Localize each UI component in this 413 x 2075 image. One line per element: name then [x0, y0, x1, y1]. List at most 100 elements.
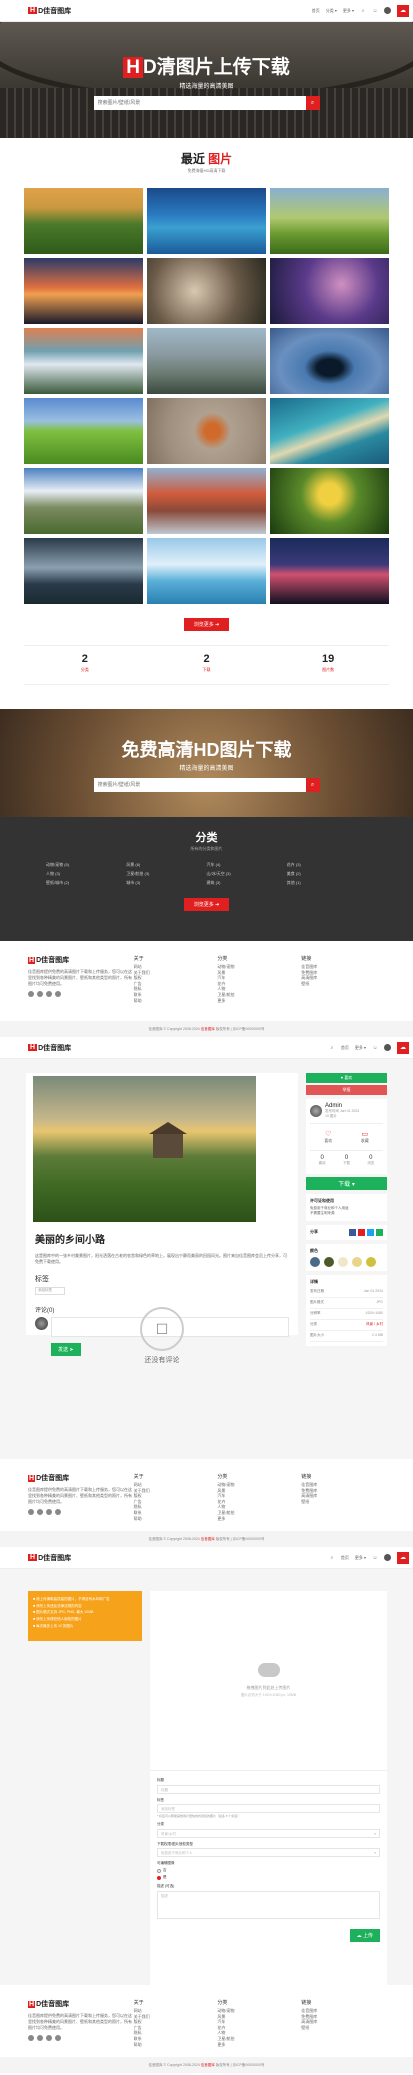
avatar[interactable]: [384, 7, 391, 14]
tag-input[interactable]: 添加标签: [35, 1286, 65, 1295]
tile-iceberg[interactable]: [147, 538, 266, 604]
search-button[interactable]: ⌕: [305, 778, 320, 792]
title-input[interactable]: 标题: [157, 1784, 380, 1794]
weibo-icon[interactable]: [28, 2035, 34, 2041]
nav-home[interactable]: 首页: [341, 1555, 349, 1561]
user-icon[interactable]: ☺: [372, 1045, 378, 1051]
tags-input[interactable]: 添加标签: [157, 1804, 380, 1813]
tile-macro-mushroom[interactable]: [270, 468, 389, 534]
avatar[interactable]: [310, 1105, 322, 1117]
facebook-icon[interactable]: [349, 1228, 356, 1236]
category-select[interactable]: 风景/乡村 ▾: [157, 1828, 380, 1838]
tile-lake-fog[interactable]: [24, 538, 143, 604]
categories-more-button[interactable]: 浏览更多 ➔: [183, 898, 230, 911]
weibo-icon[interactable]: [28, 991, 34, 997]
avatar[interactable]: [384, 1044, 391, 1051]
footer-link[interactable]: 更多: [217, 1516, 301, 1522]
like-button[interactable]: ♥ 喜欢: [306, 1073, 387, 1083]
tile-field[interactable]: [24, 398, 143, 464]
user-icon[interactable]: ☺: [372, 8, 378, 14]
search-icon[interactable]: ⌕: [329, 1045, 335, 1051]
nav-more[interactable]: 更多 ▾: [355, 1555, 366, 1561]
qq-icon[interactable]: [37, 1509, 43, 1515]
nav-home[interactable]: 首页: [312, 8, 320, 14]
tile-tree-night[interactable]: [270, 258, 389, 324]
collect-action[interactable]: ▭ 收藏: [361, 1130, 369, 1144]
category-link[interactable]: 建筑 (3): [207, 880, 287, 886]
weibo-icon[interactable]: [358, 1228, 365, 1236]
category-link[interactable]: 壁纸/城市 (2): [46, 880, 126, 886]
wechat-icon[interactable]: [46, 1509, 52, 1515]
nav-home[interactable]: 首页: [341, 1045, 349, 1051]
upload-button[interactable]: ☁ 上传: [349, 1928, 380, 1942]
detail-image[interactable]: [33, 1076, 256, 1222]
favorite-action[interactable]: ♡ 喜欢: [324, 1130, 332, 1144]
license-select[interactable]: 免费用于商业和个人 ▾: [157, 1848, 380, 1857]
user-icon[interactable]: [55, 2035, 61, 2041]
footer-logo[interactable]: H D佳音图库: [28, 955, 134, 965]
download-button[interactable]: 下载 ▾: [306, 1177, 387, 1190]
tile-mushrooms[interactable]: [147, 258, 266, 324]
user-icon[interactable]: [55, 991, 61, 997]
footer-logo[interactable]: H D佳音图库: [28, 1999, 134, 2009]
copyright-link[interactable]: 佳音图库: [201, 1537, 215, 1542]
radio-no[interactable]: 否: [157, 1868, 380, 1873]
color-swatch[interactable]: [366, 1256, 376, 1267]
site-logo[interactable]: H D佳音图库: [28, 6, 71, 16]
hero-search-input[interactable]: [93, 96, 306, 110]
copyright-link[interactable]: 佳音图库: [201, 2063, 215, 2068]
browse-more-button[interactable]: 浏览更多 ➔: [183, 618, 230, 631]
tile-sandbar[interactable]: [270, 398, 389, 464]
hero2-search-input[interactable]: [93, 778, 306, 792]
site-logo[interactable]: H D佳音图库: [28, 1043, 71, 1053]
category-link[interactable]: 卫星/航拍 (3): [126, 871, 206, 877]
search-icon[interactable]: ⌕: [329, 1555, 335, 1561]
tile-fox[interactable]: [147, 398, 266, 464]
tile-city-night[interactable]: [270, 538, 389, 604]
tile-mountains[interactable]: [24, 468, 143, 534]
color-swatch[interactable]: [352, 1256, 362, 1267]
wechat-icon[interactable]: [376, 1228, 383, 1236]
qq-icon[interactable]: [37, 2035, 43, 2041]
upload-icon[interactable]: ☁: [397, 1041, 409, 1054]
category-link[interactable]: 汽车 (4): [207, 862, 287, 868]
tile-farmhouse[interactable]: [24, 188, 143, 254]
footer-link[interactable]: 壁纸: [301, 1499, 385, 1505]
footer-link[interactable]: 壁纸: [301, 981, 385, 987]
wechat-icon[interactable]: [46, 2035, 52, 2041]
upload-icon[interactable]: ☁: [397, 4, 409, 17]
category-link[interactable]: 美食 (2): [287, 871, 367, 877]
user-icon[interactable]: ☺: [372, 1555, 378, 1561]
copyright-link[interactable]: 佳音图库: [201, 1027, 215, 1032]
color-swatch[interactable]: [310, 1256, 320, 1267]
category-link[interactable]: 风景 (6): [126, 862, 206, 868]
footer-link[interactable]: 帮助: [134, 998, 218, 1004]
avatar[interactable]: [384, 1554, 391, 1561]
footer-logo[interactable]: H D佳音图库: [28, 1473, 134, 1483]
tile-hole[interactable]: [270, 328, 389, 394]
footer-link[interactable]: 帮助: [134, 2042, 218, 2048]
category-link[interactable]: 其他 (1): [287, 880, 367, 886]
nav-more[interactable]: 更多 ▾: [343, 8, 354, 14]
category-link[interactable]: 山/冰/天空 (3): [207, 871, 287, 877]
category-link[interactable]: 动物/宠物 (5): [46, 862, 126, 868]
weibo-icon[interactable]: [28, 1509, 34, 1515]
search-button[interactable]: ⌕: [305, 96, 320, 110]
footer-link[interactable]: 更多: [217, 998, 301, 1004]
qq-icon[interactable]: [37, 991, 43, 997]
description-textarea[interactable]: 描述: [157, 1890, 380, 1919]
tile-cliffs[interactable]: [147, 328, 266, 394]
footer-link[interactable]: 更多: [217, 2042, 301, 2048]
radio-yes[interactable]: 是: [157, 1875, 380, 1880]
tile-hills[interactable]: [270, 188, 389, 254]
color-swatch[interactable]: [338, 1256, 348, 1267]
nav-more[interactable]: 更多 ▾: [355, 1045, 366, 1051]
tile-sunset[interactable]: [24, 258, 143, 324]
info-value[interactable]: 风景 / 乡村: [366, 1322, 383, 1327]
color-swatch[interactable]: [324, 1256, 334, 1267]
footer-link[interactable]: 壁纸: [301, 2025, 385, 2031]
tile-waterfall[interactable]: [24, 328, 143, 394]
nav-categories[interactable]: 分类 ▾: [326, 8, 337, 14]
report-button[interactable]: 举报: [306, 1085, 387, 1095]
category-link[interactable]: 花卉 (3): [287, 862, 367, 868]
